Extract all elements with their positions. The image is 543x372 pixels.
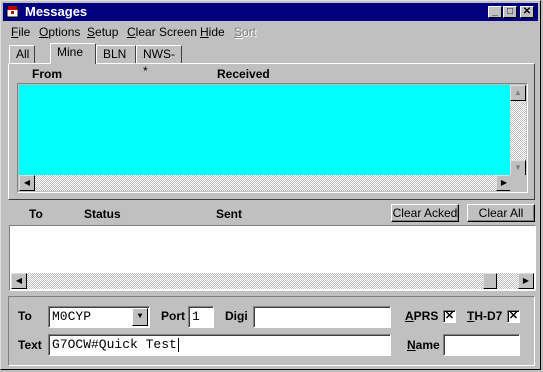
close-icon: ✕	[522, 6, 532, 17]
received-horizontal-scrollbar[interactable]: ◀ ▶	[19, 175, 512, 191]
tab-all[interactable]: All	[9, 45, 35, 63]
digi-label: Digi	[225, 309, 248, 323]
close-button[interactable]: ✕	[520, 6, 534, 18]
thd7-checkbox[interactable]: ✕	[507, 310, 520, 323]
maximize-button[interactable]: □	[503, 6, 517, 18]
port-label: Port	[161, 309, 185, 323]
minimize-button[interactable]: _	[488, 6, 502, 18]
message-text-input[interactable]: G7OCW#Quick Test	[48, 334, 391, 356]
minimize-icon: _	[492, 6, 498, 17]
column-header-status[interactable]: Status	[84, 207, 121, 221]
menu-clear-screen[interactable]: Clear Screen	[127, 25, 197, 39]
menu-hide[interactable]: Hide	[200, 25, 225, 39]
scroll-left-arrow-icon[interactable]: ◀	[19, 175, 35, 191]
scroll-down-arrow-icon[interactable]: ▼	[510, 160, 526, 176]
scroll-up-arrow-icon[interactable]: ▲	[510, 85, 526, 101]
scroll-thumb[interactable]	[483, 273, 497, 289]
sent-messages-list[interactable]: ◀ ▶	[9, 225, 536, 291]
column-header-from[interactable]: From	[32, 67, 62, 81]
digi-input[interactable]	[253, 306, 391, 328]
received-vertical-scrollbar[interactable]: ▲ ▼	[510, 85, 526, 176]
to-callsign-dropdown[interactable]: M0CYP ▼	[48, 306, 150, 328]
sent-horizontal-scrollbar[interactable]: ◀ ▶	[11, 273, 534, 289]
tab-mine[interactable]: Mine	[50, 43, 96, 64]
text-cursor	[177, 337, 179, 352]
chevron-down-icon[interactable]: ▼	[132, 308, 148, 326]
title-bar[interactable]: Messages _ □ ✕	[3, 3, 538, 21]
thd7-label: TH-D7	[467, 309, 503, 323]
aprs-label: APRS	[405, 309, 439, 323]
column-header-sent[interactable]: Sent	[216, 207, 242, 221]
scroll-right-arrow-icon[interactable]: ▶	[518, 273, 534, 289]
column-header-to[interactable]: To	[29, 207, 43, 221]
messages-app-icon	[6, 6, 19, 18]
to-label: To	[18, 309, 32, 323]
menu-setup[interactable]: Setup	[87, 25, 118, 39]
clear-all-button[interactable]: Clear All	[467, 204, 535, 222]
menu-options[interactable]: Options	[39, 25, 80, 39]
received-list-area[interactable]	[19, 85, 512, 176]
scroll-corner	[510, 175, 526, 191]
received-messages-list[interactable]: ▲ ▼ ◀ ▶	[17, 83, 528, 193]
aprs-checkbox[interactable]: ✕	[443, 310, 456, 323]
text-label: Text	[18, 338, 42, 352]
to-callsign-value: M0CYP	[52, 309, 92, 324]
column-header-received[interactable]: Received	[217, 67, 270, 81]
menu-bar: File Options Setup Clear Screen Hide Sor…	[3, 23, 538, 41]
maximize-icon: □	[506, 6, 514, 17]
scroll-left-arrow-icon[interactable]: ◀	[11, 273, 27, 289]
name-label: Name	[407, 338, 440, 352]
name-input[interactable]	[443, 334, 520, 356]
clear-acked-button[interactable]: Clear Acked	[391, 204, 459, 222]
tab-bln[interactable]: BLN	[96, 45, 136, 63]
port-input[interactable]: 1	[188, 306, 214, 328]
menu-file[interactable]: File	[11, 25, 30, 39]
messages-window: Messages _ □ ✕ File Options Setup Clear …	[0, 0, 541, 370]
window-title: Messages	[25, 4, 88, 19]
menu-sort[interactable]: Sort	[234, 25, 256, 39]
tab-nws[interactable]: NWS-*	[136, 45, 182, 78]
message-text-value: G7OCW#Quick Test	[52, 337, 177, 352]
